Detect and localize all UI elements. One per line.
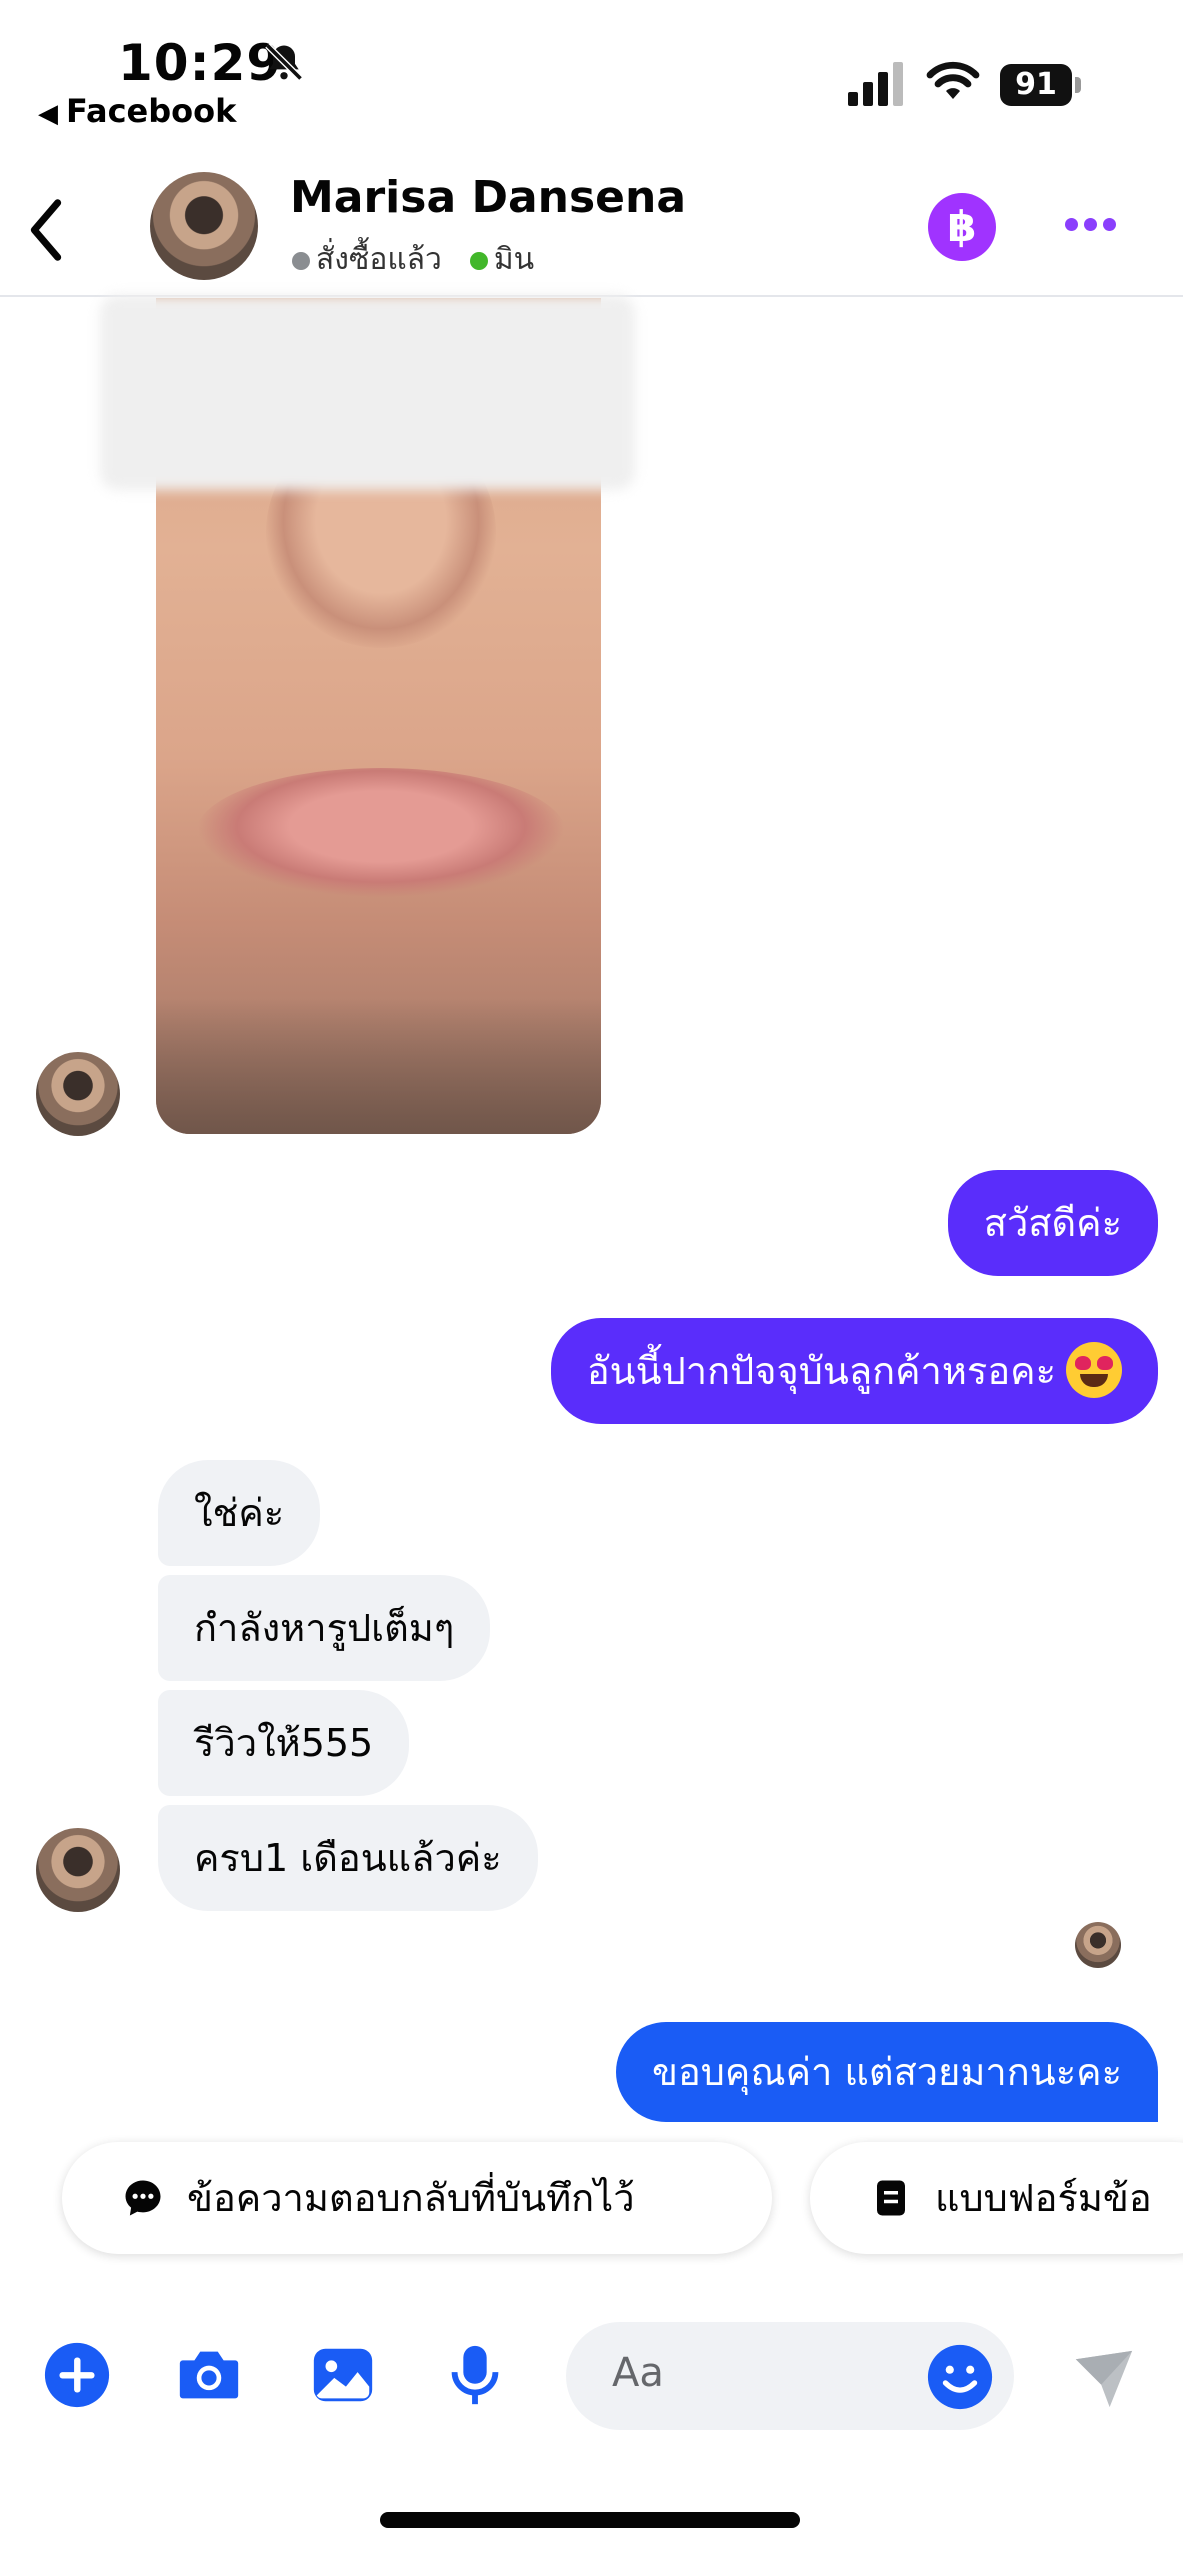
bell-slash-icon [265,43,303,81]
back-to-app-link[interactable]: ◀ Facebook [38,92,236,130]
chat-bubble-icon [125,2180,161,2216]
wifi-icon [926,61,980,99]
image-icon[interactable] [308,2340,378,2410]
form-icon [877,2180,905,2216]
message-input-placeholder: Aa [612,2350,664,2396]
tag-dot-grey [292,251,310,270]
contact-avatar[interactable] [150,172,258,280]
status-time: 10:29 [118,34,283,92]
incoming-message[interactable]: รีวิวให้555 [158,1690,410,1796]
incoming-message[interactable]: ครบ1 เดือนแล้วค่ะ [158,1805,538,1911]
form-chip[interactable]: แบบฟอร์มข้อ [810,2142,1183,2254]
sender-avatar[interactable] [36,1052,120,1136]
back-chevron-icon[interactable] [22,195,70,265]
signal-icon [848,62,903,106]
battery-level: 91 [1000,64,1072,106]
chip-label: ข้อความตอบกลับที่บันทึกไว้ [187,2176,635,2220]
tag-agent: มิน [493,242,535,277]
back-app-label: Facebook [66,92,237,130]
blurred-region [100,295,635,490]
outgoing-message[interactable]: สวัสดีค่ะ [947,1170,1158,1276]
microphone-icon[interactable] [440,2340,510,2410]
smiley-icon[interactable] [925,2342,995,2412]
heart-eyes-emoji-icon [1066,1341,1122,1398]
contact-name[interactable]: Marisa Dansena [290,172,686,223]
saved-replies-chip[interactable]: ข้อความตอบกลับที่บันทึกไว้ [62,2142,772,2254]
more-options-button[interactable] [1062,200,1132,250]
back-triangle-icon: ◀ [38,99,58,129]
send-icon[interactable] [1068,2348,1140,2410]
incoming-message[interactable]: ใช่ค่ะ [158,1460,321,1566]
sender-avatar[interactable] [36,1828,120,1912]
baht-icon: ฿ [947,202,977,251]
outgoing-message[interactable]: ขอบคุณค่า แต่สวยมากนะคะ [615,2022,1158,2122]
outgoing-message[interactable]: อันนี้ปากปัจจุบันลูกค้าหรอคะ [550,1318,1158,1424]
contact-tags: สั่งซื้อแล้ว มิน [292,236,534,283]
seen-indicator-avatar [1075,1922,1121,1968]
incoming-message[interactable]: กำลังหารูปเต็มๆ [158,1575,491,1681]
battery-icon: 91 [1000,64,1082,106]
chip-label: แบบฟอร์มข้อ [935,2176,1152,2220]
payment-button[interactable]: ฿ [928,193,996,261]
tag-dot-green [469,251,488,270]
camera-icon[interactable] [174,2340,244,2410]
home-indicator[interactable] [380,2512,800,2528]
plus-icon[interactable] [42,2340,112,2410]
tag-ordered: สั่งซื้อแล้ว [316,242,442,277]
